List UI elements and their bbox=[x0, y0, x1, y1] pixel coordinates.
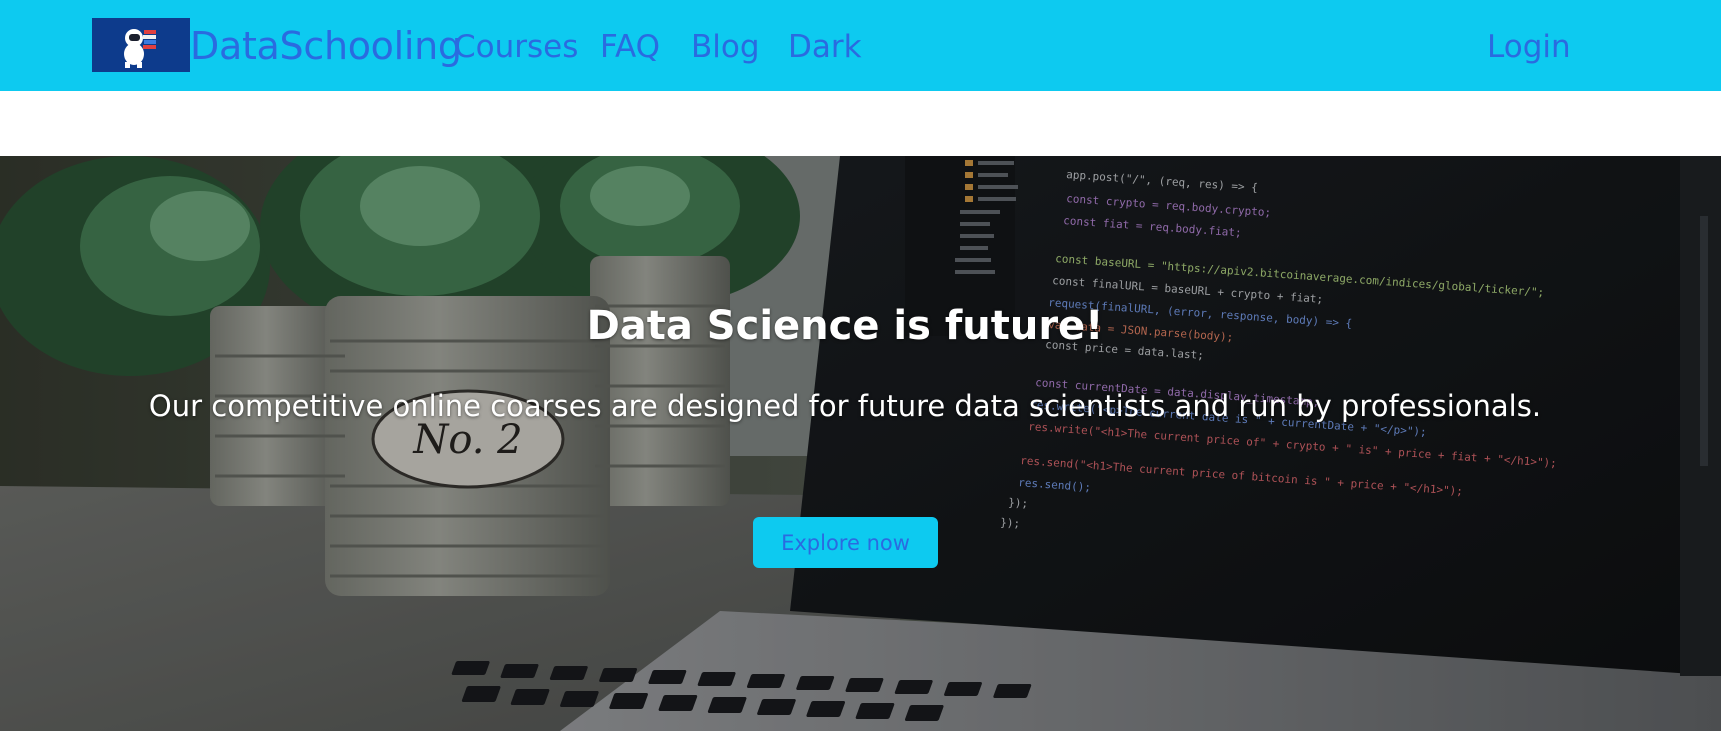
hero-section: app.post("/", (req, res) => { const cryp… bbox=[0, 156, 1721, 731]
brand-link[interactable]: DataSchooling bbox=[190, 22, 462, 70]
hero-subtitle: Our competitive online coarses are desig… bbox=[148, 389, 1542, 423]
hero-background-image: app.post("/", (req, res) => { const cryp… bbox=[0, 156, 1721, 731]
nav-blog-link[interactable]: Blog bbox=[691, 26, 760, 68]
explore-now-button[interactable]: Explore now bbox=[753, 517, 938, 568]
hero-title: Data Science is future! bbox=[586, 303, 1104, 349]
nav-faq-link[interactable]: FAQ bbox=[600, 26, 660, 68]
login-link[interactable]: Login bbox=[1487, 26, 1571, 68]
logo-icon[interactable] bbox=[92, 18, 190, 72]
top-navbar: DataSchooling Courses FAQ Blog Dark Logi… bbox=[0, 0, 1721, 91]
nav-dark-toggle[interactable]: Dark bbox=[788, 26, 862, 68]
nav-courses-link[interactable]: Courses bbox=[454, 26, 578, 68]
